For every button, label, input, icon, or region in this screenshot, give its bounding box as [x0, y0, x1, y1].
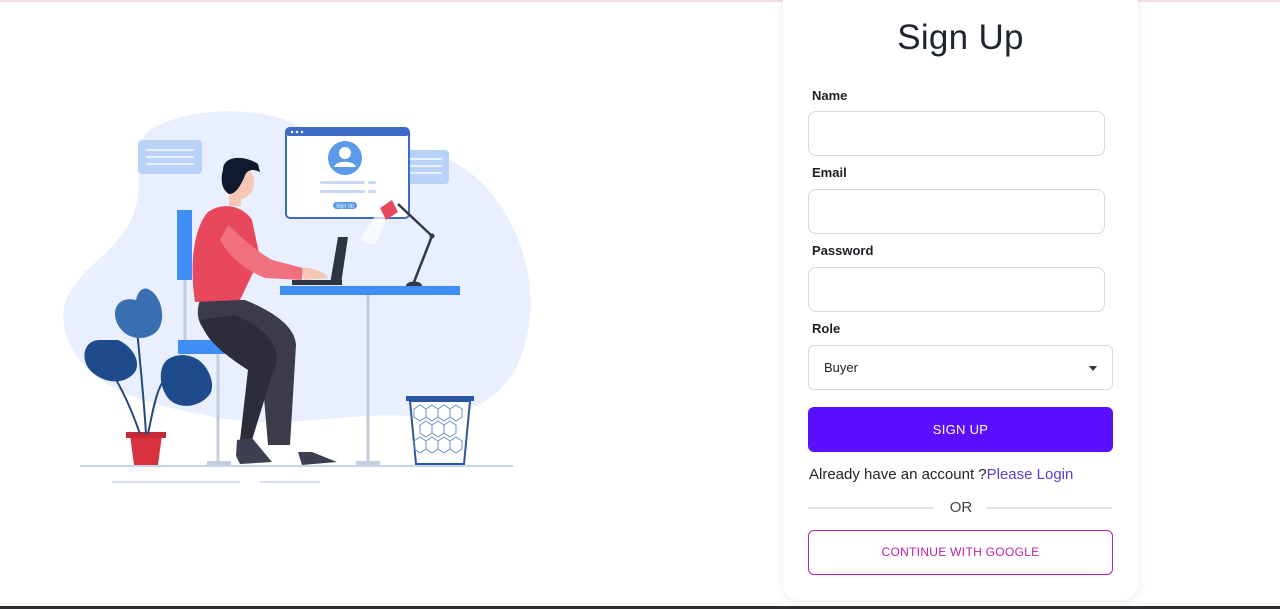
continue-with-google-button[interactable]: CONTINUE WITH GOOGLE [808, 530, 1113, 575]
role-select[interactable]: Buyer [808, 345, 1113, 390]
name-label: Name [812, 88, 848, 103]
or-divider-right [986, 507, 1112, 509]
signup-button[interactable]: SIGN UP [808, 407, 1113, 452]
or-divider-text: OR [949, 499, 973, 516]
email-label: Email [812, 165, 847, 180]
page-title: Sign Up [897, 18, 1024, 57]
or-divider-left [808, 507, 934, 509]
password-label: Password [812, 243, 874, 258]
waste-basket-icon [406, 396, 474, 465]
login-prompt: Already have an account ?Please Login [809, 466, 1073, 483]
email-input[interactable] [808, 189, 1105, 234]
role-label: Role [812, 321, 841, 336]
chat-bubble-left-icon [138, 140, 202, 174]
desk [280, 286, 460, 295]
login-prompt-text: Already have an account ? [809, 466, 987, 483]
screen-signup-text: Sign Up [336, 204, 354, 210]
chevron-down-icon [1089, 366, 1097, 371]
login-link[interactable]: Please Login [987, 466, 1074, 483]
signup-illustration: Sign Up [63, 111, 531, 483]
name-input[interactable] [808, 111, 1105, 156]
password-input[interactable] [808, 267, 1105, 312]
role-selected-value: Buyer [824, 360, 858, 375]
